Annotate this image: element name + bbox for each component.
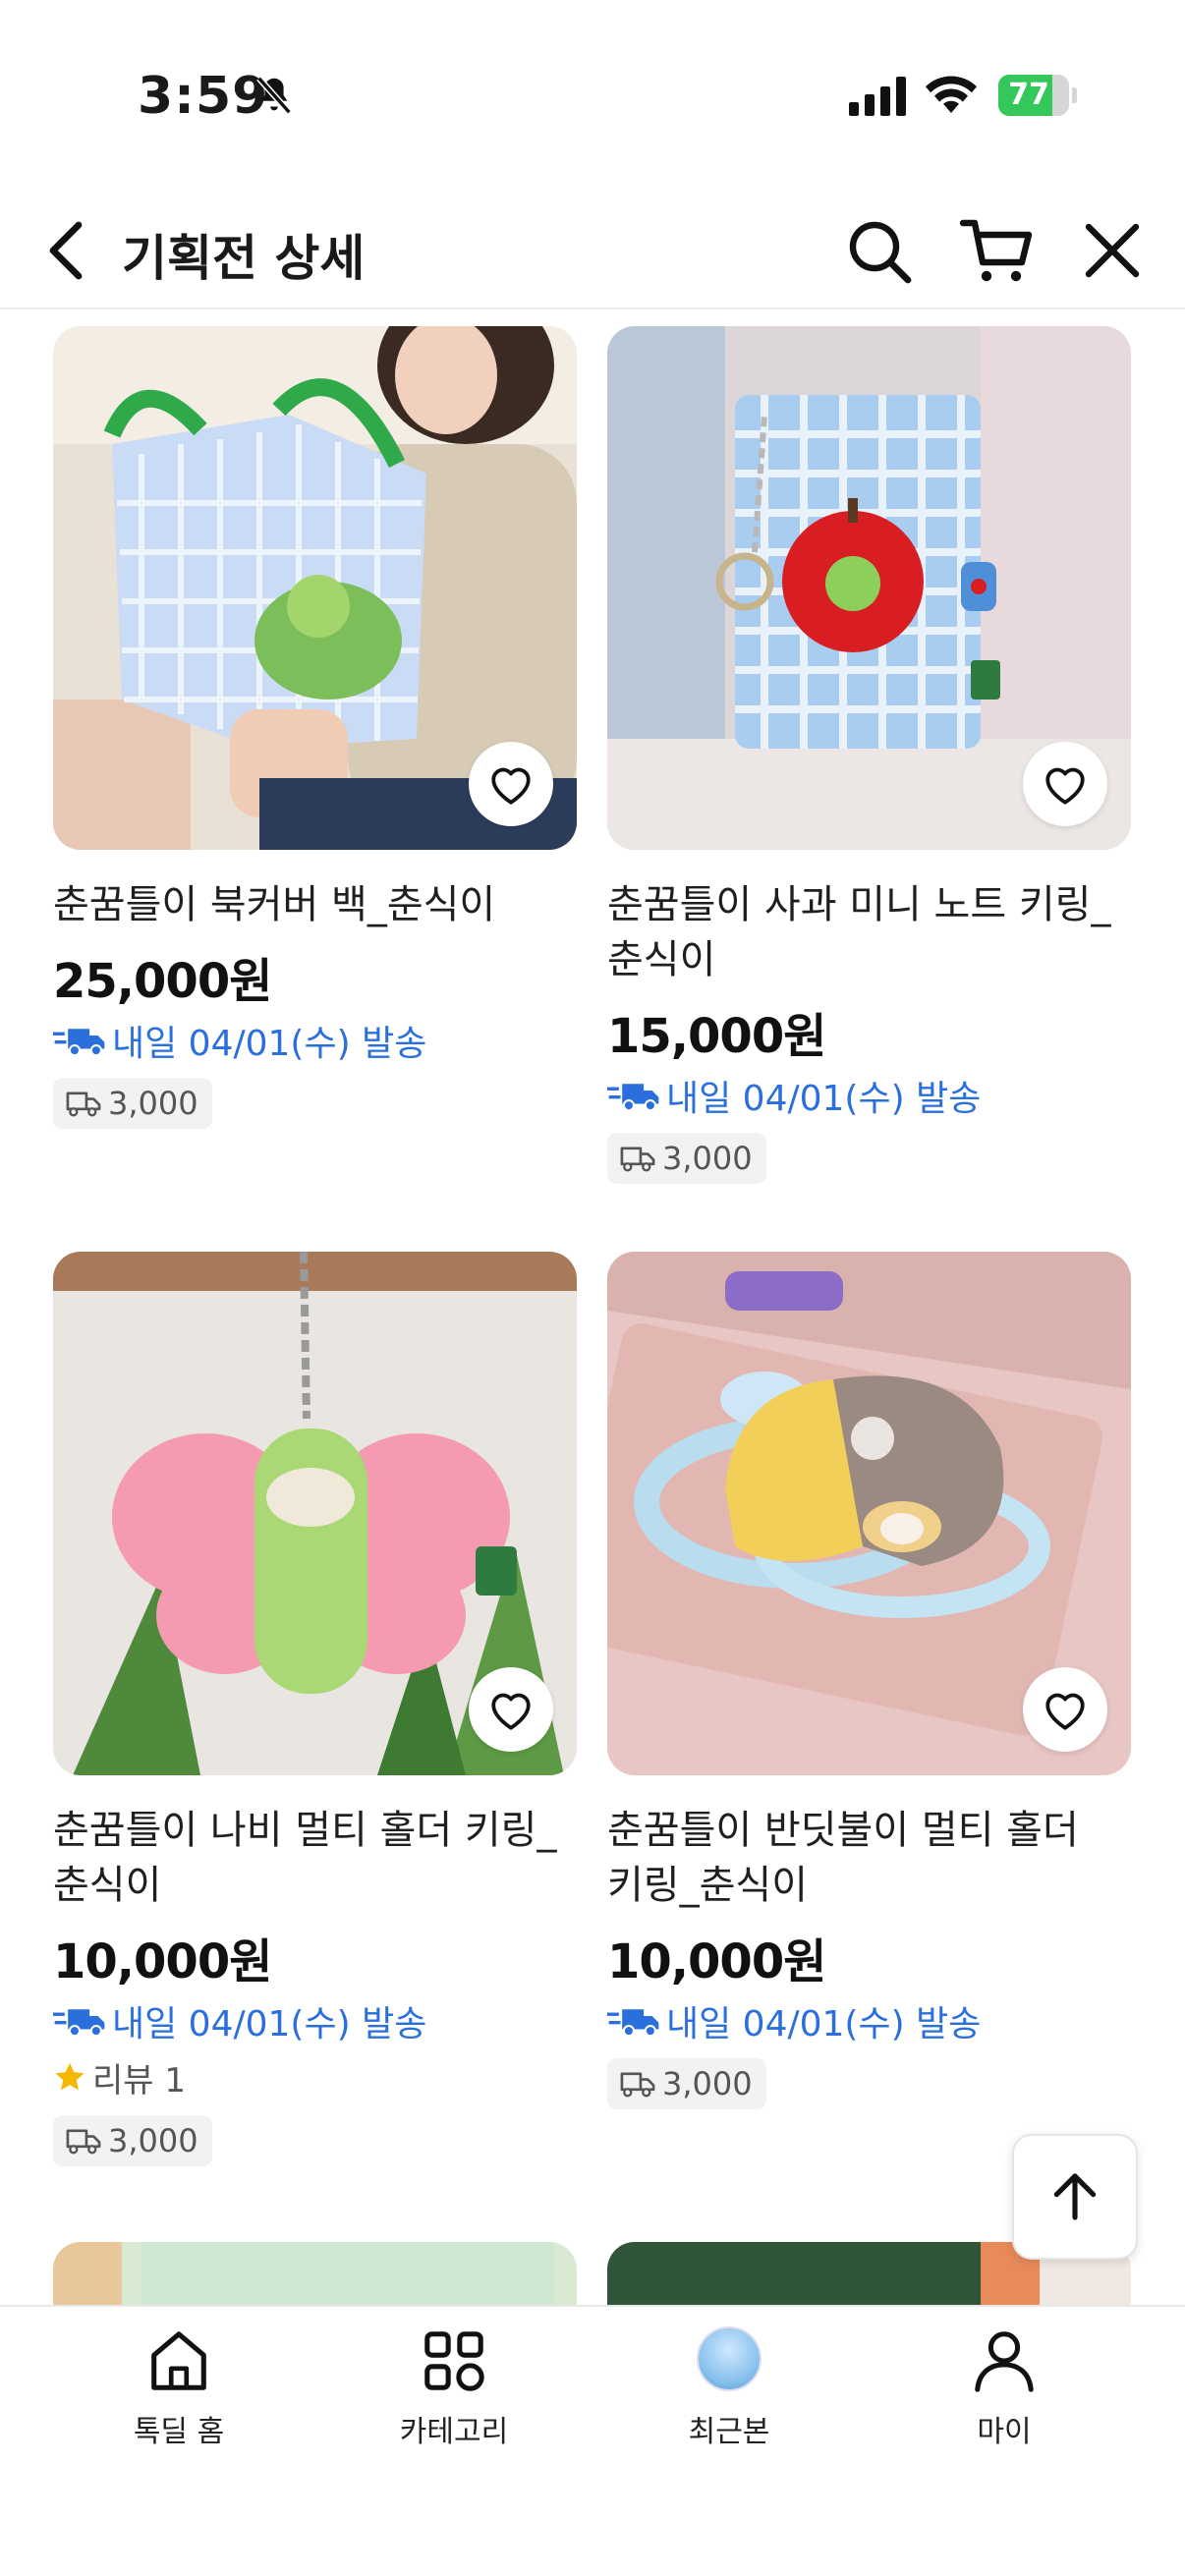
nav-item-home[interactable]: 톡딜 홈 xyxy=(81,2326,277,2454)
shipping-info: 내일 04/01(수) 발송 xyxy=(607,1072,1131,1119)
bell-off-icon xyxy=(256,76,292,115)
delivery-fee-badge: 3,000 xyxy=(53,1078,212,1129)
delivery-fee-badge: 3,000 xyxy=(607,2058,766,2109)
star-icon xyxy=(55,2062,85,2091)
status-time: 3:59 xyxy=(138,67,269,126)
wifi-icon xyxy=(926,76,977,113)
page-title: 기획전 상세 xyxy=(122,230,366,287)
heart-icon xyxy=(1045,767,1085,805)
category-icon xyxy=(424,2331,484,2391)
nav-item-recent[interactable]: 최근본 xyxy=(631,2326,827,2454)
product-name[interactable]: 춘꿈틀이 사과 미니 노트 키링_춘식이 xyxy=(607,877,1131,987)
delivery-fee: 3,000 xyxy=(108,2122,198,2159)
nav-label: 마이 xyxy=(977,2415,1032,2449)
nav-label: 톡딜 홈 xyxy=(133,2415,225,2449)
heart-icon xyxy=(491,1693,531,1730)
shipping-date: 내일 04/01(수) 발송 xyxy=(112,2004,427,2044)
product-name[interactable]: 춘꿈틀이 북커버 백_춘식이 xyxy=(53,877,577,932)
status-bar: 3:59 77 xyxy=(0,0,1185,187)
truck-icon xyxy=(66,1092,101,1117)
fast-delivery-icon xyxy=(607,1084,659,1112)
product-price: 15,000원 xyxy=(607,1009,826,1064)
product-price: 10,000원 xyxy=(53,1934,272,1989)
wishlist-button[interactable] xyxy=(469,742,553,826)
person-icon xyxy=(975,2331,1034,2392)
product-image[interactable] xyxy=(53,1252,577,1775)
delivery-fee: 3,000 xyxy=(662,2065,753,2102)
fast-delivery-icon xyxy=(53,1029,105,1057)
arrow-up-icon xyxy=(1053,2173,1097,2220)
bottom-navigation: 톡딜 홈 카테고리 최근본 마이 xyxy=(0,2305,1185,2576)
product-card[interactable]: 춘꿈틀이 나비 멀티 홀더 키링_춘식이 10,000원 내일 04/01(수)… xyxy=(53,1252,577,2166)
shipping-date: 내일 04/01(수) 발송 xyxy=(666,2004,982,2044)
review-summary[interactable]: 리뷰 1 xyxy=(53,2052,577,2101)
truck-icon xyxy=(66,2129,101,2155)
shipping-info: 내일 04/01(수) 발송 xyxy=(53,1997,577,2044)
scroll-to-top-button[interactable] xyxy=(1012,2134,1138,2260)
product-card[interactable]: 춘꿈틀이 사과 미니 노트 키링_춘식이 15,000원 내일 04/01(수)… xyxy=(607,326,1131,1184)
truck-icon xyxy=(620,2072,655,2098)
product-name[interactable]: 춘꿈틀이 나비 멀티 홀더 키링_춘식이 xyxy=(53,1803,577,1913)
wishlist-button[interactable] xyxy=(1023,742,1107,826)
fast-delivery-icon xyxy=(53,2009,105,2038)
product-image[interactable] xyxy=(607,326,1131,850)
delivery-fee: 3,000 xyxy=(662,1140,753,1177)
delivery-fee: 3,000 xyxy=(108,1085,198,1122)
wishlist-button[interactable] xyxy=(1023,1667,1107,1752)
heart-icon xyxy=(1045,1693,1085,1730)
cart-icon[interactable] xyxy=(959,215,1034,286)
back-arrow-icon[interactable] xyxy=(39,217,98,284)
nav-item-category[interactable]: 카테고리 xyxy=(356,2326,552,2454)
nav-label: 최근본 xyxy=(688,2415,770,2449)
page-header: 기획전 상세 xyxy=(0,192,1185,309)
nav-label: 카테고리 xyxy=(399,2415,509,2449)
heart-icon xyxy=(491,767,531,805)
recent-thumbnail xyxy=(697,2326,762,2391)
product-card[interactable]: 춘꿈틀이 반딧불이 멀티 홀더 키링_춘식이 10,000원 내일 04/01(… xyxy=(607,1252,1131,2109)
truck-icon xyxy=(620,1147,655,1172)
shipping-info: 내일 04/01(수) 발송 xyxy=(53,1017,577,1064)
shipping-date: 내일 04/01(수) 발송 xyxy=(666,1079,982,1119)
delivery-fee-badge: 3,000 xyxy=(607,1133,766,1184)
signal-icon xyxy=(849,77,906,116)
home-icon xyxy=(151,2331,206,2390)
wishlist-button[interactable] xyxy=(469,1667,553,1752)
battery-percent: 77 xyxy=(1008,78,1049,112)
nav-item-my[interactable]: 마이 xyxy=(906,2326,1102,2454)
shipping-date: 내일 04/01(수) 발송 xyxy=(112,1024,427,1064)
fast-delivery-icon xyxy=(607,2009,659,2038)
delivery-fee-badge: 3,000 xyxy=(53,2115,212,2166)
product-image[interactable] xyxy=(607,1252,1131,1775)
product-card[interactable]: 춘꿈틀이 북커버 백_춘식이 25,000원 내일 04/01(수) 발송 3,… xyxy=(53,326,577,1129)
product-image-partial[interactable] xyxy=(53,2242,577,2305)
search-icon[interactable] xyxy=(843,215,914,286)
product-name[interactable]: 춘꿈틀이 반딧불이 멀티 홀더 키링_춘식이 xyxy=(607,1803,1131,1913)
product-price: 25,000원 xyxy=(53,954,272,1009)
shipping-info: 내일 04/01(수) 발송 xyxy=(607,1997,1131,2044)
review-count: 리뷰 1 xyxy=(92,2060,186,2100)
product-image[interactable] xyxy=(53,326,577,850)
close-icon[interactable] xyxy=(1081,219,1144,282)
product-price: 10,000원 xyxy=(607,1934,826,1989)
battery-indicator: 77 xyxy=(998,75,1077,116)
